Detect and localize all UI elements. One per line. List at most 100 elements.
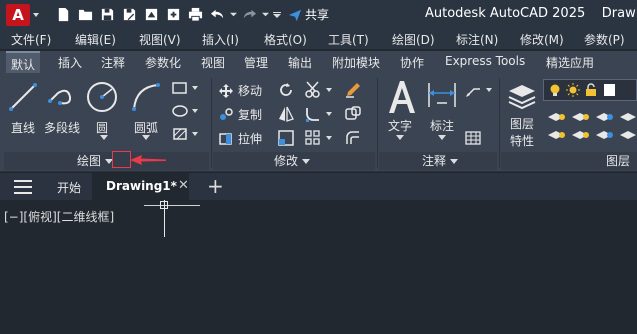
tab-parametric[interactable]: 参数化 <box>145 54 181 71</box>
tab-start[interactable]: 开始 <box>57 179 81 196</box>
menu-modify[interactable]: 修改(M) <box>520 31 564 48</box>
leader-tool[interactable] <box>464 81 492 99</box>
tab-manage[interactable]: 管理 <box>244 54 268 71</box>
offset-tool[interactable] <box>344 129 362 147</box>
text-dropdown-icon[interactable] <box>396 135 404 140</box>
layers-stack-icon <box>508 85 536 110</box>
tab-insert[interactable]: 插入 <box>58 54 82 71</box>
chevron-down-icon <box>192 109 198 113</box>
dimension-dropdown-icon[interactable] <box>438 135 446 140</box>
rectangle-tool[interactable] <box>172 81 198 95</box>
menu-dimension[interactable]: 标注(N) <box>456 31 498 48</box>
app-logo-letter: A <box>12 5 24 24</box>
web-mobile-open-icon[interactable] <box>140 4 162 26</box>
arc-dropdown-icon[interactable] <box>142 135 150 140</box>
chevron-down-icon <box>326 112 332 116</box>
tab-home[interactable]: 默认 <box>6 51 41 73</box>
scale-tool[interactable] <box>277 129 295 147</box>
rotate-icon <box>280 83 292 96</box>
application-menu-button[interactable]: A <box>6 3 39 26</box>
fillet-tool[interactable] <box>304 105 332 123</box>
line-icon <box>9 83 37 111</box>
tab-annotate[interactable]: 注释 <box>101 54 125 71</box>
viewport-controls[interactable]: [−][俯视][二维线框] <box>4 208 114 225</box>
menu-view[interactable]: 视图(V) <box>139 31 181 48</box>
lightbulb-icon <box>550 84 560 96</box>
explode-tool[interactable] <box>344 105 362 123</box>
redo-dropdown-icon[interactable] <box>260 4 270 26</box>
menu-format[interactable]: 格式(O) <box>264 31 307 48</box>
tab-addins[interactable]: 附加模块 <box>332 54 380 71</box>
annotation-panel-title[interactable]: 注释 <box>410 152 470 170</box>
tab-view[interactable]: 视图 <box>201 54 225 71</box>
share-button[interactable]: 共享 <box>288 6 329 23</box>
modify-panel-title[interactable]: 修改 <box>262 152 322 170</box>
circle-button[interactable]: 圆 <box>84 79 120 140</box>
polyline-button[interactable]: 多段线 <box>40 79 84 136</box>
add-tab-icon[interactable]: + <box>207 174 224 198</box>
menu-edit[interactable]: 编辑(E) <box>75 31 116 48</box>
line-button[interactable]: 直线 <box>4 79 42 136</box>
text-button[interactable]: 文字 <box>383 79 417 140</box>
document-name: Drawing1 <box>601 6 637 21</box>
undo-dropdown-icon[interactable] <box>228 4 238 26</box>
close-tab-icon[interactable]: ✕ <box>178 178 189 193</box>
layer-properties-label-line2: 特性 <box>509 134 534 148</box>
panel-divider <box>499 78 500 168</box>
trim-scissors-icon <box>305 81 320 98</box>
mirror-tool[interactable] <box>277 105 295 123</box>
tab-featured-apps[interactable]: 精选应用 <box>546 54 594 71</box>
explode-icon <box>345 106 361 120</box>
panel-expand-chevron-icon[interactable] <box>302 159 310 164</box>
polyline-icon <box>48 89 72 105</box>
layer-dropdown[interactable] <box>543 79 637 101</box>
menu-bar: 文件(F) 编辑(E) 视图(V) 插入(I) 格式(O) 工具(T) 绘图(D… <box>0 29 637 49</box>
layers-panel-title[interactable]: 图层 <box>600 152 636 170</box>
tab-collaborate[interactable]: 协作 <box>400 54 424 71</box>
panel-divider <box>377 78 378 168</box>
plot-printer-icon[interactable] <box>184 4 206 26</box>
array-tool[interactable] <box>304 129 332 147</box>
more-draw-tool[interactable] <box>172 127 198 141</box>
menu-draw[interactable]: 绘图(D) <box>392 31 435 48</box>
menu-file[interactable]: 文件(F) <box>11 31 51 48</box>
arc-button[interactable]: 圆弧 <box>124 79 168 140</box>
chevron-down-icon <box>192 86 198 90</box>
table-tool[interactable] <box>464 129 482 147</box>
save-icon[interactable] <box>96 4 118 26</box>
redo-icon[interactable] <box>238 4 260 26</box>
ellipse-icon <box>172 105 188 117</box>
undo-icon[interactable] <box>206 4 228 26</box>
customize-toolbar-icon[interactable] <box>270 4 284 26</box>
dimension-button[interactable]: 标注 <box>423 79 461 140</box>
tab-express-tools[interactable]: Express Tools <box>445 54 525 68</box>
new-file-icon[interactable] <box>52 4 74 26</box>
rotate-tool[interactable] <box>277 81 295 99</box>
circle-label: 圆 <box>95 121 108 135</box>
share-label: 共享 <box>305 8 330 22</box>
hamburger-menu-icon[interactable] <box>14 180 32 194</box>
send-icon <box>288 9 302 21</box>
menu-insert[interactable]: 插入(I) <box>202 31 239 48</box>
layer-tools-grid-icon[interactable] <box>546 107 636 147</box>
hatch-tool[interactable] <box>172 104 198 118</box>
open-folder-icon[interactable] <box>74 4 96 26</box>
stretch-icon <box>219 132 232 145</box>
file-tab-bar: 开始 Drawing1* ✕ + <box>0 173 637 200</box>
tab-drawing1[interactable]: Drawing1* <box>92 173 189 200</box>
panel-expand-chevron-icon[interactable] <box>450 159 458 164</box>
move-button[interactable]: 移动 <box>218 82 262 99</box>
menu-tools[interactable]: 工具(T) <box>328 31 369 48</box>
tab-output[interactable]: 输出 <box>288 54 312 71</box>
layer-properties-button[interactable]: 图层 特性 <box>503 79 541 149</box>
line-label: 直线 <box>10 121 35 135</box>
web-mobile-save-icon[interactable] <box>162 4 184 26</box>
save-as-icon[interactable] <box>118 4 140 26</box>
erase-tool[interactable] <box>344 81 362 99</box>
circle-dropdown-icon[interactable] <box>100 135 108 140</box>
trim-tool[interactable] <box>304 81 332 99</box>
copy-button[interactable]: 复制 <box>218 106 262 123</box>
menu-parameters[interactable]: 参数(P) <box>584 31 625 48</box>
text-a-icon <box>389 81 415 113</box>
stretch-button[interactable]: 拉伸 <box>218 130 262 147</box>
